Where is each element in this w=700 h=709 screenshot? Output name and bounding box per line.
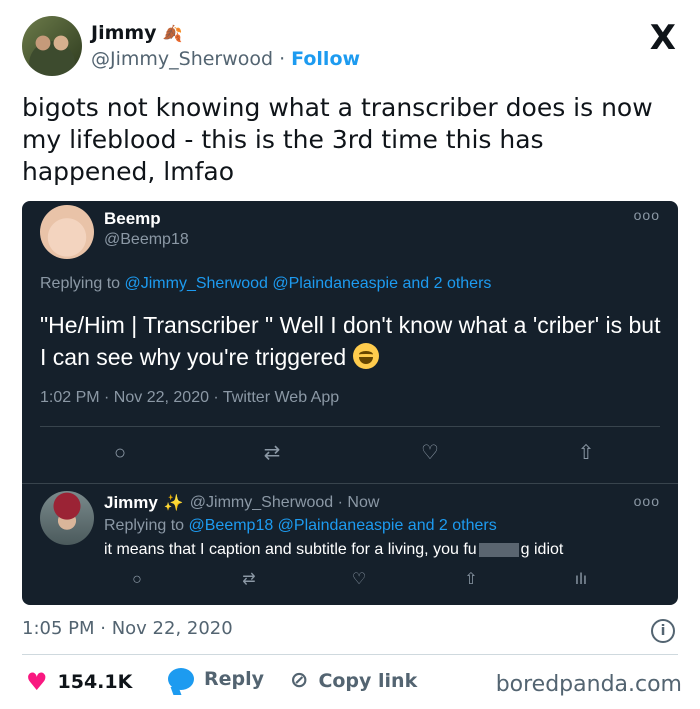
author-handle[interactable]: @Jimmy_Sherwood xyxy=(91,48,273,70)
sparkle-emoji-icon: ✨ xyxy=(163,495,184,512)
divider xyxy=(22,654,678,655)
replying-to: Replying to @Jimmy_Sherwood @Plaindaneas… xyxy=(40,275,491,293)
more-options-icon: ooo xyxy=(633,207,660,223)
author-name-row: Jimmy 🍂 xyxy=(91,22,183,44)
stats-icon: ılı xyxy=(574,571,588,588)
like-icon: ♡ xyxy=(351,571,367,588)
censor-bar xyxy=(478,543,519,557)
like-icon: ♡ xyxy=(421,442,439,464)
author-name[interactable]: Jimmy xyxy=(91,22,157,44)
reply-tweet-body: it means that I caption and subtitle for… xyxy=(104,541,563,559)
replying-prefix: Replying to xyxy=(40,275,121,292)
replying-links: @Jimmy_Sherwood @Plaindaneaspie and 2 ot… xyxy=(124,275,492,292)
replying-to: Replying to @Beemp18 @Plaindaneaspie and… xyxy=(104,517,497,535)
original-tweet-body: "He/Him | Transcriber " Well I don't kno… xyxy=(40,309,670,373)
avatar xyxy=(40,205,94,259)
original-author-name: Beemp xyxy=(104,209,161,228)
more-options-icon: ooo xyxy=(633,493,660,509)
link-icon: ⊘ xyxy=(290,668,309,693)
laughing-emoji-icon xyxy=(352,343,379,369)
like-button[interactable]: ♥ 154.1K xyxy=(26,668,132,696)
follow-button[interactable]: Follow xyxy=(291,48,360,70)
divider xyxy=(22,483,678,484)
replying-links: @Beemp18 @Plaindaneaspie and 2 others xyxy=(188,517,497,534)
leaf-emoji-icon: 🍂 xyxy=(162,23,183,43)
retweet-icon: ⇄ xyxy=(242,571,256,588)
reply-author-row: Jimmy ✨ @Jimmy_Sherwood · Now xyxy=(104,493,379,513)
info-icon[interactable]: i xyxy=(651,619,675,643)
tweet-header: Jimmy 🍂 @Jimmy_Sherwood · Follow X xyxy=(22,14,682,78)
x-logo-icon[interactable]: X xyxy=(650,18,676,58)
avatar[interactable] xyxy=(22,16,82,76)
reply-icon: ○ xyxy=(132,571,142,588)
reply-author-handle-time: @Jimmy_Sherwood · Now xyxy=(189,494,380,511)
copy-link-button[interactable]: ⊘ Copy link xyxy=(290,668,417,693)
original-author-handle: @Beemp18 xyxy=(104,231,189,248)
reply-label: Reply xyxy=(204,668,265,690)
tweet-text: bigots not knowing what a transcriber do… xyxy=(22,93,653,186)
retweet-icon: ⇄ xyxy=(263,442,281,464)
watermark: boredpanda.com xyxy=(495,672,682,697)
original-tweet-text: "He/Him | Transcriber " Well I don't kno… xyxy=(40,312,661,370)
original-action-bar: ○ ⇄ ♡ ⇧ xyxy=(108,441,608,467)
share-icon: ⇧ xyxy=(464,571,478,588)
copy-link-label: Copy link xyxy=(318,669,418,692)
reply-button[interactable]: Reply xyxy=(168,668,264,690)
heart-icon: ♥ xyxy=(26,668,48,696)
share-icon: ⇧ xyxy=(577,442,595,464)
author-handle-row: @Jimmy_Sherwood · Follow xyxy=(91,48,360,70)
original-tweet-meta: 1:02 PM · Nov 22, 2020 · Twitter Web App xyxy=(40,389,340,406)
reply-icon: ○ xyxy=(113,442,127,464)
divider xyxy=(40,426,660,427)
embedded-screenshot[interactable]: Beemp @Beemp18 ooo Replying to @Jimmy_Sh… xyxy=(22,201,678,605)
reply-text-start: it means that I caption and subtitle for… xyxy=(104,541,477,558)
tweet-timestamp[interactable]: 1:05 PM · Nov 22, 2020 xyxy=(22,618,233,639)
reply-text-end: g idiot xyxy=(520,541,564,558)
separator-dot: · xyxy=(279,48,286,70)
reply-action-bar: ○ ⇄ ♡ ⇧ ılı xyxy=(104,569,604,593)
reply-author-name: Jimmy xyxy=(104,493,158,512)
like-count: 154.1K xyxy=(57,671,133,693)
avatar xyxy=(40,491,94,545)
replying-prefix: Replying to xyxy=(104,517,185,534)
reply-bubble-icon xyxy=(168,668,194,690)
